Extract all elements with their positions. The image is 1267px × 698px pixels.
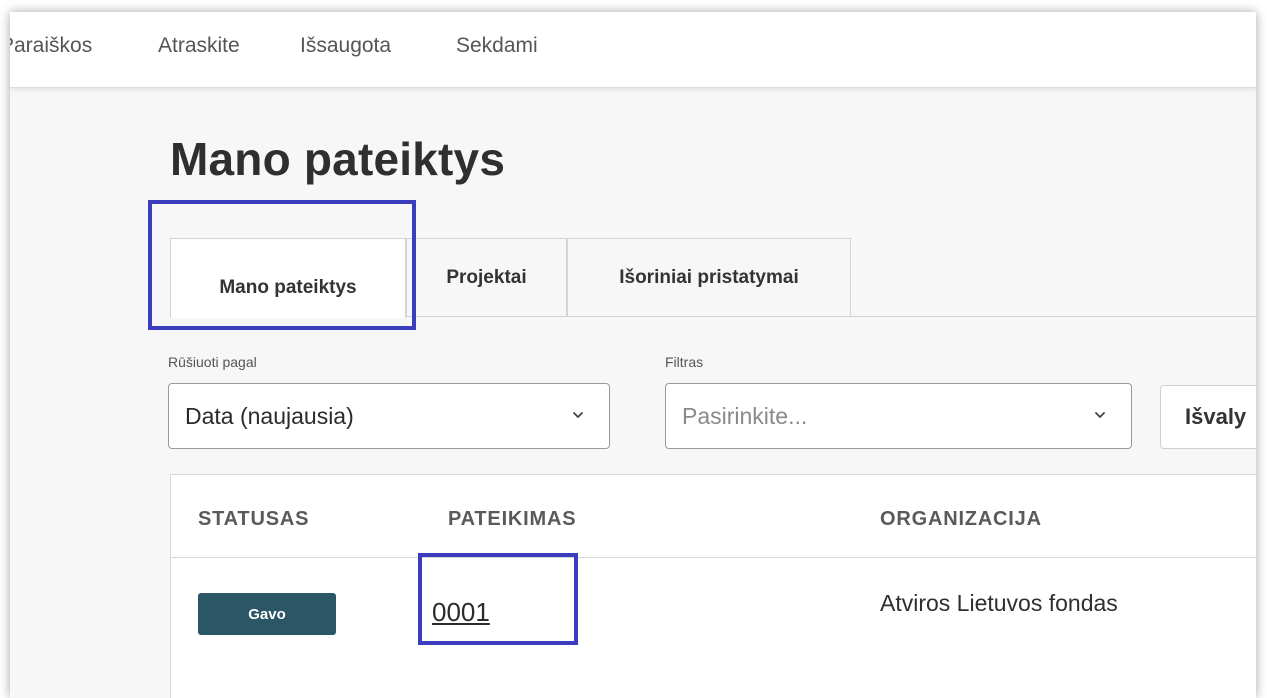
clear-filters-button[interactable]: Išvaly [1160, 385, 1256, 449]
submissions-table: STATUSAS PATEIKIMAS ORGANIZACIJA Gavo 00… [170, 474, 1256, 698]
tab-label: Mano pateiktys [219, 276, 357, 298]
chevron-down-icon [573, 412, 583, 418]
chevron-down-icon [1095, 412, 1105, 418]
column-header-submission: PATEIKIMAS [448, 508, 577, 530]
nav-item-paraiskos[interactable]: Paraiškos [10, 34, 92, 58]
nav-item-atraskite[interactable]: Atraskite [158, 34, 240, 58]
filter-select-placeholder: Pasirinkite... [682, 402, 808, 429]
sort-select[interactable]: Data (naujausia) [168, 383, 610, 449]
nav-item-sekdami[interactable]: Sekdami [456, 34, 538, 58]
header-divider [171, 557, 1256, 558]
status-badge: Gavo [198, 593, 336, 635]
tab-label: Projektai [446, 266, 527, 288]
sort-select-value: Data (naujausia) [185, 402, 354, 429]
filter-label: Filtras [665, 354, 704, 370]
app-window: Paraiškos Atraskite Išsaugota Sekdami Ma… [10, 12, 1256, 698]
tab-isoriniai-pristatymai[interactable]: Išoriniai pristatymai [567, 238, 851, 316]
clear-button-label: Išvaly [1185, 404, 1247, 429]
page-title: Mano pateiktys [170, 133, 506, 185]
column-header-organization: ORGANIZACIJA [880, 508, 1042, 530]
top-navigation: Paraiškos Atraskite Išsaugota Sekdami [10, 12, 1256, 88]
organization-name: Atviros Lietuvos fondas [880, 590, 1118, 616]
tab-label: Išoriniai pristatymai [619, 266, 799, 288]
nav-item-issaugota[interactable]: Išsaugota [300, 34, 391, 58]
tab-projektai[interactable]: Projektai [406, 238, 567, 316]
filter-select[interactable]: Pasirinkite... [665, 383, 1132, 449]
column-header-status: STATUSAS [198, 508, 310, 530]
submission-link[interactable]: 0001 [432, 597, 490, 628]
tab-mano-pateiktys[interactable]: Mano pateiktys [170, 238, 406, 318]
sort-label: Rūšiuoti pagal [168, 354, 257, 370]
